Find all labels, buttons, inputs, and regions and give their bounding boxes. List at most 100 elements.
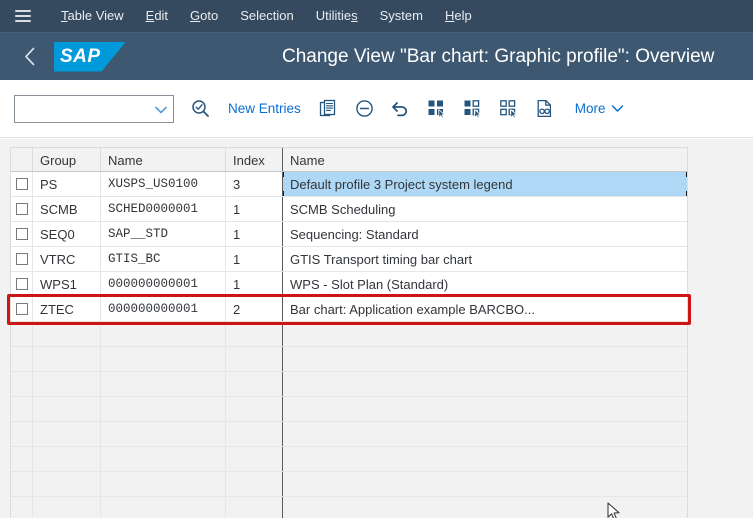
empty-cell[interactable]	[33, 422, 101, 446]
cell-index[interactable]: 1	[226, 222, 283, 246]
empty-cell[interactable]	[11, 497, 33, 518]
empty-cell[interactable]	[101, 397, 226, 421]
empty-cell[interactable]	[226, 397, 283, 421]
empty-cell[interactable]	[283, 322, 687, 346]
empty-cell[interactable]	[33, 372, 101, 396]
cell-group[interactable]: VTRC	[33, 247, 101, 271]
row-checkbox[interactable]	[15, 203, 28, 215]
empty-cell[interactable]	[33, 447, 101, 471]
cell-name[interactable]: SCHED0000001	[101, 197, 226, 221]
cell-index[interactable]: 1	[226, 197, 283, 221]
row-select-cell[interactable]	[11, 247, 33, 271]
empty-cell[interactable]	[283, 372, 687, 396]
empty-cell[interactable]	[283, 497, 687, 518]
empty-cell[interactable]	[11, 347, 33, 371]
undo-arrow-icon[interactable]	[383, 91, 419, 127]
empty-cell[interactable]	[11, 322, 33, 346]
empty-cell[interactable]	[33, 322, 101, 346]
cell-name[interactable]: 000000000001	[101, 272, 226, 296]
empty-cell[interactable]	[283, 397, 687, 421]
table-row-empty[interactable]	[11, 422, 687, 447]
row-select-cell[interactable]	[11, 172, 33, 196]
cell-name[interactable]: SAP__STD	[101, 222, 226, 246]
back-chevron-icon[interactable]	[12, 33, 46, 81]
table-row[interactable]: SEQ0 SAP__STD 1 Sequencing: Standard	[11, 222, 687, 247]
row-checkbox[interactable]	[15, 278, 28, 290]
column-header-description[interactable]: Name	[283, 148, 687, 171]
cell-name[interactable]: 000000000001	[101, 297, 226, 321]
table-row-empty[interactable]	[11, 472, 687, 497]
cell-group[interactable]: ZTEC	[33, 297, 101, 321]
empty-cell[interactable]	[33, 347, 101, 371]
row-checkbox[interactable]	[15, 303, 28, 315]
select-all-icon[interactable]	[419, 91, 455, 127]
empty-cell[interactable]	[11, 422, 33, 446]
search-check-icon[interactable]	[182, 91, 218, 127]
cell-description[interactable]: GTIS Transport timing bar chart	[283, 247, 687, 271]
cell-description[interactable]: Bar chart: Application example BARCBO...	[283, 297, 687, 321]
empty-cell[interactable]	[33, 397, 101, 421]
chevron-down-icon[interactable]	[154, 103, 168, 121]
new-entries-button[interactable]: New Entries	[218, 93, 311, 125]
empty-cell[interactable]	[283, 472, 687, 496]
menu-item-utilities[interactable]: Utilities	[305, 0, 369, 32]
cell-description[interactable]: SCMB Scheduling	[283, 197, 687, 221]
document-glasses-icon[interactable]	[527, 91, 563, 127]
select-block-icon[interactable]	[455, 91, 491, 127]
profile-filter-combobox[interactable]	[14, 94, 174, 123]
cell-group[interactable]: SEQ0	[33, 222, 101, 246]
empty-cell[interactable]	[11, 447, 33, 471]
empty-cell[interactable]	[101, 472, 226, 496]
table-row[interactable]: PS XUSPS_US0100 3 Default profile 3 Project…	[11, 172, 687, 197]
cell-index[interactable]: 2	[226, 297, 283, 321]
table-row-empty[interactable]	[11, 397, 687, 422]
cell-description[interactable]: Sequencing: Standard	[283, 222, 687, 246]
cell-index[interactable]: 1	[226, 272, 283, 296]
empty-cell[interactable]	[101, 347, 226, 371]
row-select-cell[interactable]	[11, 297, 33, 321]
empty-cell[interactable]	[33, 497, 101, 518]
table-row-empty[interactable]	[11, 447, 687, 472]
empty-cell[interactable]	[101, 372, 226, 396]
column-header-name[interactable]: Name	[101, 148, 226, 171]
empty-cell[interactable]	[226, 322, 283, 346]
empty-cell[interactable]	[226, 472, 283, 496]
cell-group[interactable]: SCMB	[33, 197, 101, 221]
sap-logo[interactable]: SAP	[54, 41, 126, 72]
empty-cell[interactable]	[33, 472, 101, 496]
cell-group[interactable]: WPS1	[33, 272, 101, 296]
empty-cell[interactable]	[226, 422, 283, 446]
row-select-cell[interactable]	[11, 222, 33, 246]
cell-description[interactable]: WPS - Slot Plan (Standard)	[283, 272, 687, 296]
empty-cell[interactable]	[226, 372, 283, 396]
table-row-empty[interactable]	[11, 497, 687, 518]
column-header-index[interactable]: Index	[226, 148, 283, 171]
cell-group[interactable]: PS	[33, 172, 101, 196]
empty-cell[interactable]	[101, 447, 226, 471]
cell-index[interactable]: 3	[226, 172, 283, 196]
empty-cell[interactable]	[226, 447, 283, 471]
empty-cell[interactable]	[101, 422, 226, 446]
menu-item-table-view[interactable]: Table View	[50, 0, 135, 32]
minus-circle-icon[interactable]	[347, 91, 383, 127]
menu-item-selection[interactable]: Selection	[229, 0, 304, 32]
row-select-cell[interactable]	[11, 272, 33, 296]
empty-cell[interactable]	[11, 372, 33, 396]
column-header-group[interactable]: Group	[33, 148, 101, 171]
table-row-empty[interactable]	[11, 347, 687, 372]
table-row[interactable]: VTRC GTIS_BC 1 GTIS Transport timing bar ch…	[11, 247, 687, 272]
cell-index[interactable]: 1	[226, 247, 283, 271]
empty-cell[interactable]	[11, 397, 33, 421]
cell-description[interactable]: Default profile 3 Project system legend	[283, 172, 687, 196]
row-checkbox[interactable]	[15, 253, 28, 265]
profile-filter-input[interactable]	[18, 96, 152, 121]
more-button[interactable]: More	[567, 93, 632, 125]
table-row[interactable]: ZTEC 000000000001 2 Bar chart: Application …	[11, 297, 687, 322]
column-header-select[interactable]	[11, 148, 33, 171]
table-row-empty[interactable]	[11, 322, 687, 347]
table-row[interactable]: WPS1 000000000001 1 WPS - Slot Plan (Standa…	[11, 272, 687, 297]
empty-cell[interactable]	[283, 347, 687, 371]
row-checkbox[interactable]	[15, 178, 28, 190]
table-row[interactable]: SCMB SCHED0000001 1 SCMB Scheduling	[11, 197, 687, 222]
empty-cell[interactable]	[11, 472, 33, 496]
